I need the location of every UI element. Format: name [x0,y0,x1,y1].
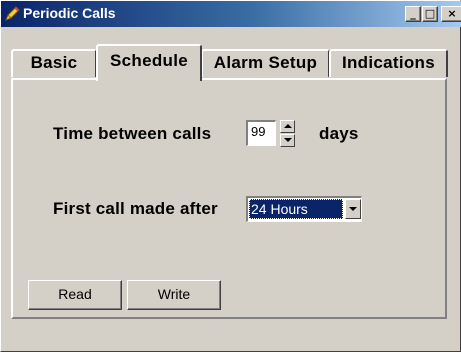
tab-schedule[interactable]: Schedule [96,44,202,81]
schedule-panel: Time between calls 99 days First call ma… [11,78,447,319]
dropdown-button[interactable] [345,199,361,219]
spin-down-button[interactable] [280,134,295,147]
close-icon: × [447,7,457,20]
tab-basic[interactable]: Basic [11,49,97,77]
pencil-icon [4,6,20,22]
arrow-down-icon [284,138,292,142]
time-between-calls-label: Time between calls [53,124,212,143]
close-button[interactable]: × [441,6,461,22]
days-unit-label: days [319,124,359,143]
title-bar[interactable]: Periodic Calls _ □ × [1,1,461,27]
time-between-calls-spinner [280,120,295,147]
chevron-down-icon [349,207,357,211]
read-button[interactable]: Read [28,280,122,310]
tab-alarm-setup[interactable]: Alarm Setup [201,49,330,77]
spin-up-button[interactable] [280,120,295,133]
first-call-select[interactable]: 24 Hours [246,196,362,222]
write-button[interactable]: Write [127,280,221,310]
window-title: Periodic Calls [23,5,116,21]
maximize-icon: □ [424,7,436,20]
first-call-selected-value[interactable]: 24 Hours [249,199,343,219]
minimize-icon: _ [410,7,416,20]
maximize-button[interactable]: □ [422,6,438,22]
tab-indications[interactable]: Indications [329,49,448,77]
time-between-calls-input[interactable]: 99 [246,120,276,146]
arrow-up-icon [284,124,292,128]
minimize-button[interactable]: _ [405,6,421,22]
first-call-label: First call made after [53,199,218,218]
periodic-calls-window: Periodic Calls _ □ × Basic Schedule Alar… [0,0,461,352]
